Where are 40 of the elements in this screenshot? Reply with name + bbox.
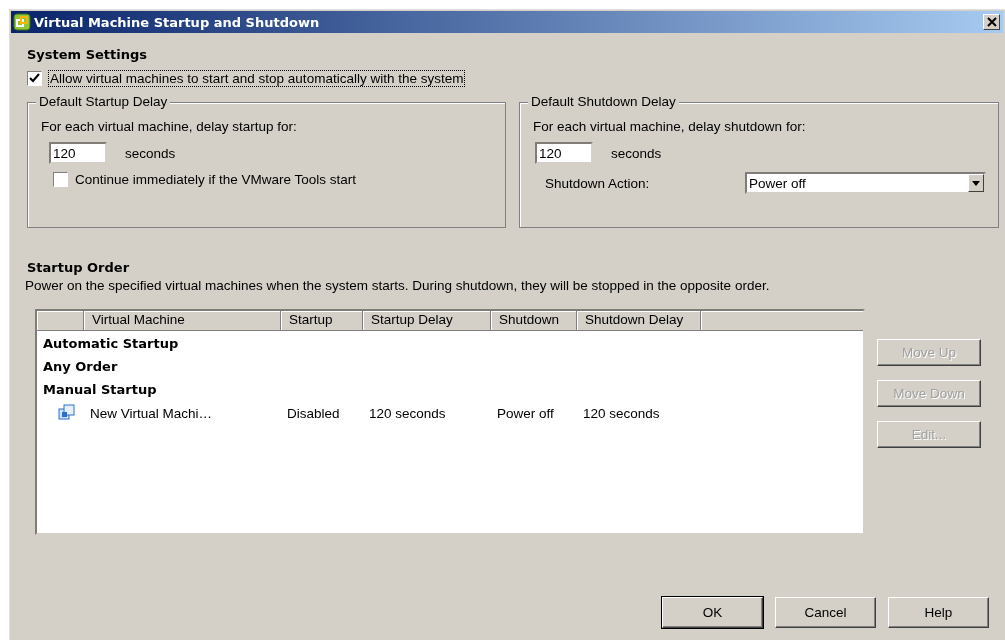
unit-label: seconds [125, 145, 176, 161]
dialog-button[interactable]: Help [888, 597, 989, 628]
app-icon [13, 13, 31, 31]
delay-input[interactable]: 120 [535, 142, 593, 164]
table-cell-text: New Virtual Machi… [89, 405, 214, 421]
table-cell-text: 120 seconds [368, 405, 447, 421]
checkbox-label[interactable]: Allow virtual machines to start and stop automatically with the system [49, 71, 465, 86]
checkbox-label[interactable]: Continue immediately if the VMware Tools start [75, 172, 357, 187]
table-cell-text: 120 seconds [582, 405, 661, 421]
column-header[interactable]: Shutdown Delay [577, 311, 701, 331]
close-button[interactable] [983, 14, 1000, 30]
checkbox[interactable] [53, 172, 68, 187]
dialog-button[interactable]: Cancel [775, 597, 876, 628]
section-heading: System Settings [27, 47, 149, 62]
column-header[interactable]: Virtual Machine [84, 311, 281, 331]
table-cell-text: Disabled [286, 405, 341, 421]
delay-input[interactable]: 120 [49, 142, 107, 164]
prompt-text: For each virtual machine, delay startup for: [41, 119, 298, 134]
group-title: Default Shutdown Delay [528, 94, 679, 109]
table-cell-text: Power off [496, 405, 555, 421]
caret-icon [972, 180, 980, 186]
group-label: Automatic Startup [42, 335, 180, 353]
checkbox[interactable] [27, 71, 42, 86]
column-header[interactable]: Shutdown [491, 311, 577, 331]
group-label: Manual Startup [42, 381, 158, 399]
column-header[interactable]: Startup [281, 311, 363, 331]
description-text: Power on the specified virtual machines when the system starts. During shutdown, they will be stopped in the opposite order. [25, 278, 771, 293]
column-header[interactable]: Startup Delay [363, 311, 491, 331]
action-dropdown[interactable]: Power off [745, 172, 986, 194]
field-label: Shutdown Action: [545, 175, 651, 191]
section-heading: Startup Order [27, 260, 131, 275]
vm-icon [58, 404, 76, 422]
close-icon [986, 17, 997, 27]
group-title: Default Startup Delay [36, 94, 171, 109]
prompt-text: For each virtual machine, delay shutdown for: [533, 119, 807, 134]
window-title: Virtual Machine Startup and Shutdown [34, 14, 321, 30]
group-label: Any Order [42, 358, 119, 376]
dialog-button[interactable]: OK [662, 597, 763, 628]
header-spacer [37, 311, 84, 331]
unit-label: seconds [611, 145, 662, 161]
